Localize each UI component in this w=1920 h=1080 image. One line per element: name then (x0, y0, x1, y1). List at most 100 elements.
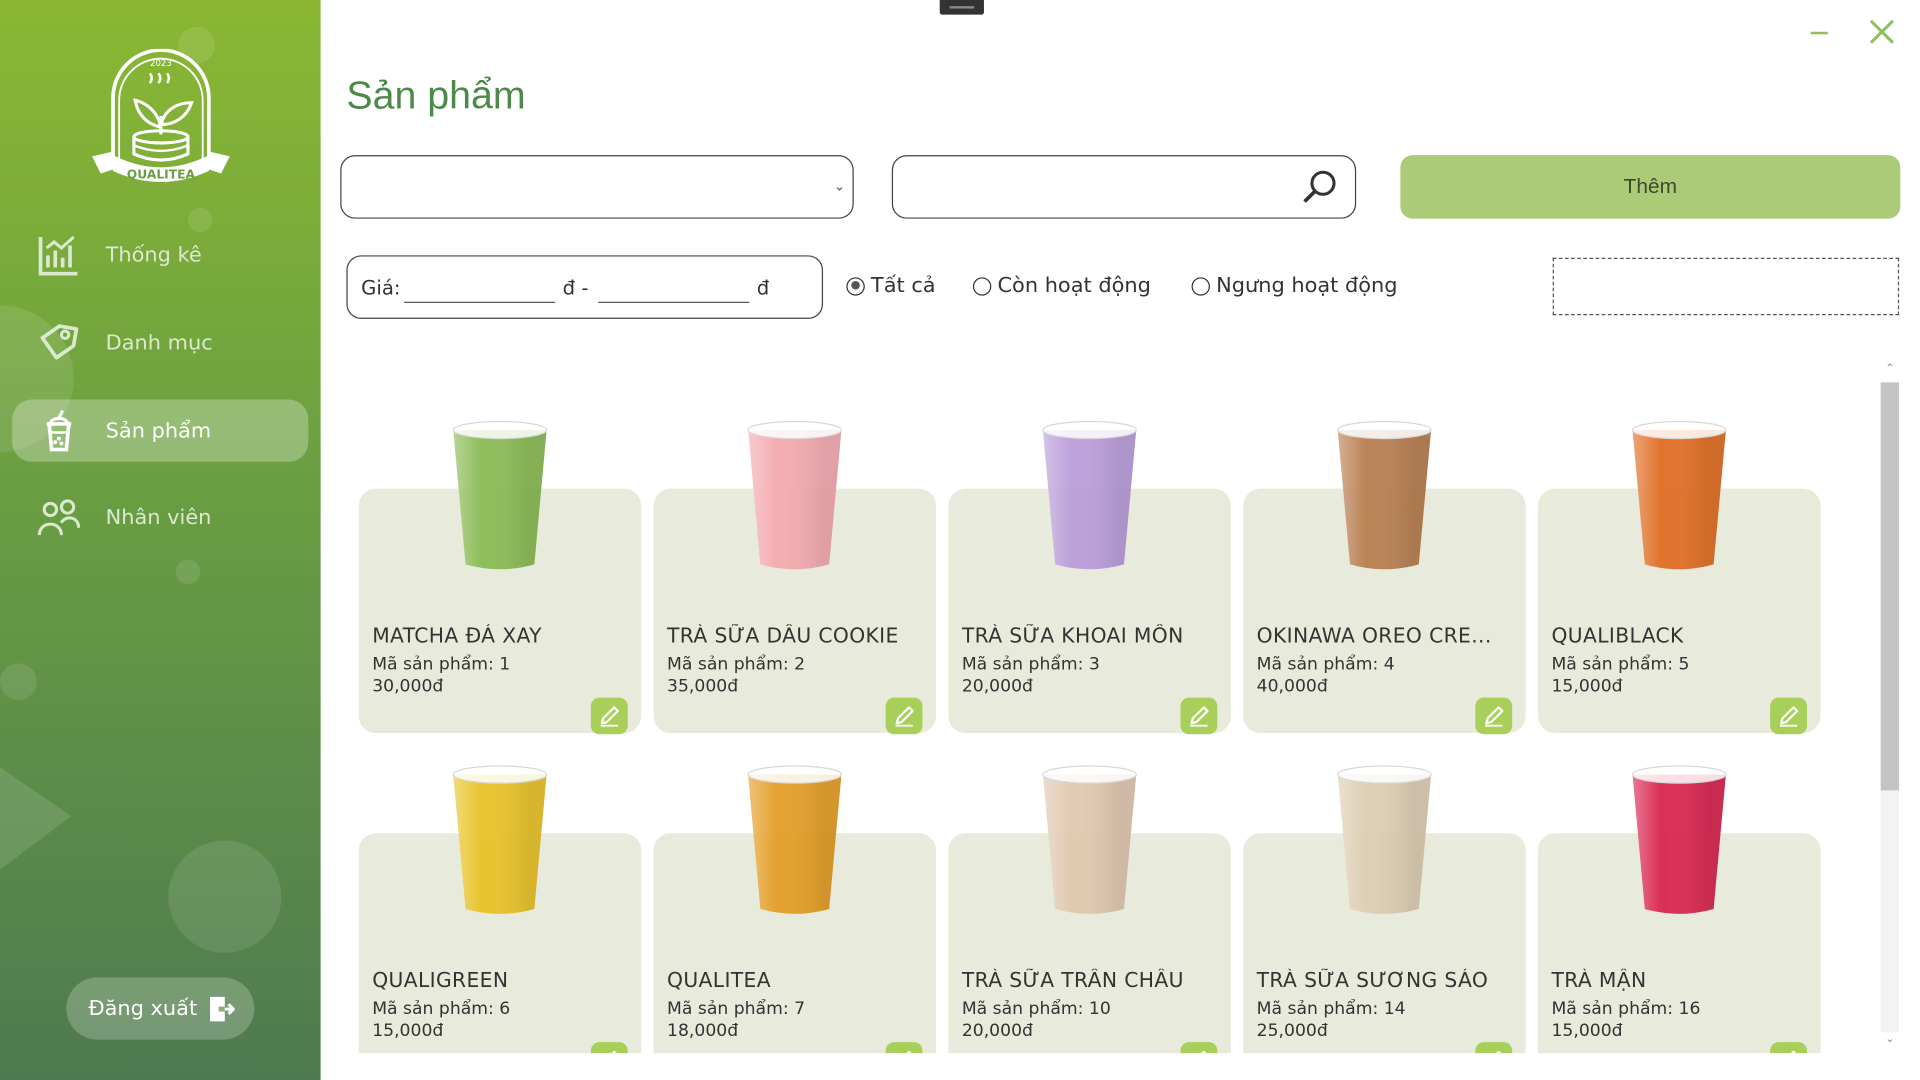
sidebar-item-label: Sản phẩm (105, 418, 212, 443)
edit-button[interactable] (1770, 697, 1807, 735)
price-range-separator: đ - (562, 276, 589, 300)
product-price: 15,000đ (372, 1021, 444, 1041)
product-card[interactable]: OKINAWA OREO CRE... Mã sản phẩm: 4 40,000đ (1243, 415, 1526, 735)
product-name: TRÀ SỮA DÂU COOKIE (667, 624, 899, 648)
product-card[interactable]: TRÀ MẬN Mã sản phẩm: 16 15,000đ (1537, 760, 1821, 1054)
drink-cup-image (1631, 765, 1727, 914)
drink-cup-image (452, 765, 548, 914)
product-name: TRÀ MẬN (1551, 968, 1647, 993)
decor-circle (175, 559, 201, 584)
people-icon (37, 498, 81, 535)
sidebar-item-products[interactable]: Sản phẩm (12, 399, 309, 462)
currency-label: đ (756, 276, 770, 300)
chart-icon (38, 235, 78, 275)
scroll-up-icon[interactable]: ⌃ (1879, 363, 1900, 380)
qualitea-logo: QUALITEA 2023 (92, 48, 230, 183)
drink-cup-image (1631, 420, 1727, 570)
product-code: Mã sản phẩm: 16 (1551, 999, 1701, 1019)
sidebar-item-label: Nhân viên (105, 505, 212, 530)
sidebar: QUALITEA 2023 Thống kê Danh mục Sản phẩm… (0, 0, 321, 1080)
radio-all[interactable]: Tất cả (846, 273, 936, 299)
radio-dot (846, 276, 865, 296)
product-code: Mã sản phẩm: 3 (961, 654, 1100, 675)
drink-cup-image (1042, 765, 1137, 914)
product-grid: MATCHA ĐÁ XAY Mã sản phẩm: 1 30,000đ TRÀ SỮ… (346, 364, 1875, 1054)
drink-cup-image (747, 420, 843, 570)
radio-inactive[interactable]: Ngưng hoạt động (1191, 274, 1398, 298)
pencil-icon (611, 1050, 617, 1054)
price-min-input[interactable] (404, 273, 556, 303)
price-filter: Giá: đ - đ (346, 255, 824, 319)
edit-button[interactable] (885, 697, 923, 735)
drink-cup-image (747, 765, 843, 914)
product-card[interactable]: QUALIBLACK Mã sản phẩm: 5 15,000đ (1537, 415, 1821, 735)
product-price: 18,000đ (667, 1021, 739, 1041)
empty-placeholder-box (1552, 257, 1900, 316)
logout-button[interactable]: Đăng xuất (66, 977, 255, 1040)
product-name: TRÀ SỮA KHOAI MÔN (961, 624, 1184, 648)
product-card[interactable]: TRÀ SỮA SƯƠNG SÁO Mã sản phẩm: 14 25,000đ (1243, 760, 1526, 1054)
decor-circle (0, 663, 37, 701)
product-price: 35,000đ (667, 676, 739, 697)
sidebar-item-statistics[interactable]: Thống kê (12, 224, 308, 286)
product-card[interactable]: TRÀ SỮA KHOAI MÔN Mã sản phẩm: 3 20,000đ (948, 415, 1231, 735)
drink-cup-image (1337, 420, 1432, 570)
svg-text:QUALITEA: QUALITEA (127, 167, 196, 181)
edit-button[interactable] (1770, 1042, 1807, 1054)
sidebar-item-label: Danh mục (105, 330, 213, 355)
product-code: Mã sản phẩm: 5 (1551, 654, 1690, 675)
edit-button[interactable] (885, 1042, 923, 1054)
product-code: Mã sản phẩm: 6 (372, 999, 511, 1019)
sidebar-item-category[interactable]: Danh mục (12, 312, 308, 374)
vertical-scrollbar[interactable]: ⌃ ⌄ (1879, 363, 1900, 1051)
chevron-down-icon: ⌄ (833, 178, 846, 195)
radio-active[interactable]: Còn hoạt động (972, 274, 1151, 298)
product-card[interactable]: TRÀ SỮA TRÂN CHÂU Mã sản phẩm: 10 20,000đ (948, 760, 1231, 1054)
pencil-icon (1485, 706, 1504, 727)
product-code: Mã sản phẩm: 4 (1256, 654, 1395, 675)
product-name: QUALIBLACK (1551, 624, 1684, 648)
product-card[interactable]: QUALITEA Mã sản phẩm: 7 18,000đ (653, 760, 937, 1054)
edit-button[interactable] (1180, 697, 1218, 735)
search-icon[interactable] (1301, 169, 1338, 206)
price-max-input[interactable] (598, 273, 750, 303)
edit-button[interactable] (1180, 1042, 1218, 1054)
product-code: Mã sản phẩm: 10 (961, 999, 1111, 1019)
product-name: QUALITEA (667, 968, 771, 993)
drink-cup-image (1042, 420, 1137, 570)
product-card[interactable]: QUALIGREEN Mã sản phẩm: 6 15,000đ (358, 760, 642, 1054)
product-price: 30,000đ (372, 676, 444, 697)
search-box (891, 155, 1357, 219)
page-title: Sản phẩm (346, 73, 526, 118)
drag-handle[interactable] (939, 0, 984, 15)
pencil-icon (1779, 706, 1799, 727)
product-code: Mã sản phẩm: 7 (667, 999, 806, 1019)
sidebar-item-staff[interactable]: Nhân viên (12, 486, 308, 548)
category-select[interactable]: ⌄ (340, 155, 854, 219)
edit-button[interactable] (1475, 697, 1513, 735)
product-name: OKINAWA OREO CRE... (1256, 624, 1492, 648)
product-price: 15,000đ (1551, 1021, 1623, 1041)
scrollbar-thumb[interactable] (1880, 382, 1900, 791)
radio-label: Tất cả (870, 273, 936, 299)
product-name: MATCHA ĐÁ XAY (372, 624, 542, 648)
logout-label: Đăng xuất (88, 996, 198, 1021)
close-icon[interactable] (1867, 17, 1896, 46)
scroll-down-icon[interactable]: ⌄ (1879, 1034, 1900, 1051)
decor-triangle (0, 767, 72, 870)
product-card[interactable]: TRÀ SỮA DÂU COOKIE Mã sản phẩm: 2 35,000đ (653, 415, 937, 735)
edit-button[interactable] (590, 697, 628, 735)
minimize-icon[interactable] (1806, 17, 1835, 46)
search-input[interactable] (907, 168, 1289, 208)
logout-icon (210, 996, 235, 1022)
product-price: 20,000đ (961, 676, 1033, 697)
product-card[interactable]: MATCHA ĐÁ XAY Mã sản phẩm: 1 30,000đ (358, 415, 642, 735)
drink-cup-image (1337, 765, 1432, 914)
edit-button[interactable] (590, 1042, 628, 1054)
product-price: 25,000đ (1256, 1021, 1328, 1041)
radio-dot (972, 276, 992, 296)
product-price: 15,000đ (1551, 676, 1623, 697)
product-name: QUALIGREEN (372, 968, 509, 993)
add-product-button[interactable]: Thêm (1400, 155, 1901, 219)
edit-button[interactable] (1475, 1042, 1513, 1054)
